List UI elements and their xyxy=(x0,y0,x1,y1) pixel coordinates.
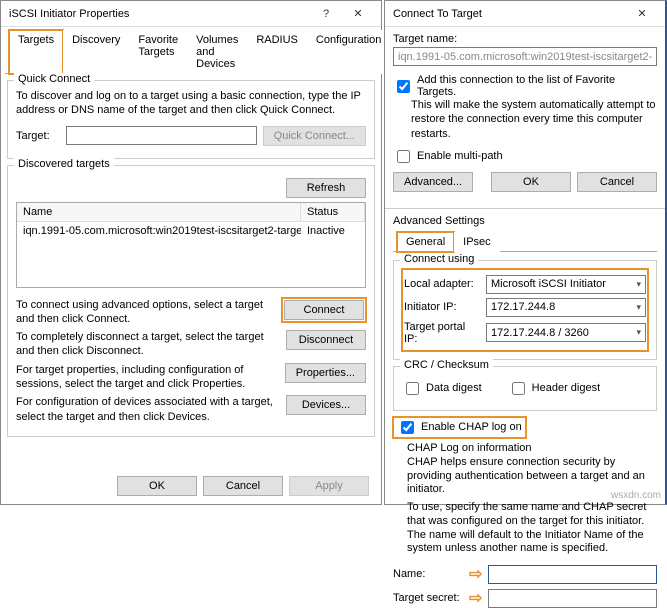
watermark: wsxdn.com xyxy=(611,490,661,501)
multipath-label: Enable multi-path xyxy=(417,150,503,162)
target-input[interactable] xyxy=(66,126,257,145)
initiator-ip-select[interactable]: 172.17.244.8 ▾ xyxy=(486,298,646,317)
chap-checkbox[interactable] xyxy=(401,421,414,434)
col-name[interactable]: Name xyxy=(17,203,301,221)
advanced-settings-title: Advanced Settings xyxy=(393,215,657,227)
arrow-icon: ⇨ xyxy=(469,588,482,608)
target-portal-value: 172.17.244.8 / 3260 xyxy=(491,327,589,339)
name-label: Name: xyxy=(393,568,463,580)
chap-name-input[interactable] xyxy=(488,565,657,584)
local-adapter-label: Local adapter: xyxy=(404,278,480,290)
target-name-label: Target name: xyxy=(393,33,657,45)
devices-button[interactable]: Devices... xyxy=(286,395,366,415)
cancel-button[interactable]: Cancel xyxy=(203,476,283,496)
group-connect-using: Connect using xyxy=(400,253,478,265)
target-name-input[interactable] xyxy=(393,47,657,66)
tab-radius[interactable]: RADIUS xyxy=(247,30,307,74)
secret-label: Target secret: xyxy=(393,592,463,604)
titlebar-left: iSCSI Initiator Properties ? ✕ xyxy=(1,1,381,27)
header-digest-checkbox[interactable] xyxy=(512,382,525,395)
local-adapter-select[interactable]: Microsoft iSCSI Initiator ▾ xyxy=(486,275,646,294)
favorite-checkbox[interactable] xyxy=(397,80,410,93)
target-portal-label: Target portal IP: xyxy=(404,321,480,345)
ok-button[interactable]: OK xyxy=(117,476,197,496)
chevron-down-icon: ▾ xyxy=(636,279,641,290)
close-icon[interactable]: ✕ xyxy=(343,4,373,24)
close-icon[interactable]: ✕ xyxy=(627,4,657,24)
connect-button[interactable]: Connect xyxy=(284,300,364,320)
desc-connect: To connect using advanced options, selec… xyxy=(16,298,276,327)
group-quick-connect: Quick Connect xyxy=(14,73,94,85)
help-icon[interactable]: ? xyxy=(311,4,341,24)
row-status: Inactive xyxy=(301,222,365,240)
chap-secret-input[interactable] xyxy=(488,589,657,608)
desc-disconnect: To completely disconnect a target, selec… xyxy=(16,330,280,359)
quick-connect-desc: To discover and log on to a target using… xyxy=(16,89,366,118)
arrow-icon: ⇨ xyxy=(469,564,482,584)
desc-properties: For target properties, including configu… xyxy=(16,363,279,392)
titlebar-right: Connect To Target ✕ xyxy=(385,1,665,27)
header-digest-label: Header digest xyxy=(532,382,601,394)
tab-targets[interactable]: Targets xyxy=(9,30,63,74)
tab-general[interactable]: General xyxy=(397,232,454,252)
desc-devices: For configuration of devices associated … xyxy=(16,395,280,424)
ok-button[interactable]: OK xyxy=(491,172,571,192)
refresh-button[interactable]: Refresh xyxy=(286,178,366,198)
apply-button[interactable]: Apply xyxy=(289,476,369,496)
data-digest-label: Data digest xyxy=(426,382,482,394)
row-name: iqn.1991-05.com.microsoft:win2019test-is… xyxy=(17,222,301,240)
initiator-ip-value: 172.17.244.8 xyxy=(491,301,555,313)
table-row[interactable]: iqn.1991-05.com.microsoft:win2019test-is… xyxy=(17,222,365,240)
col-status[interactable]: Status xyxy=(301,203,365,221)
group-discovered-targets: Discovered targets xyxy=(14,158,114,170)
initiator-ip-label: Initiator IP: xyxy=(404,301,480,313)
window-title: iSCSI Initiator Properties xyxy=(9,8,129,20)
cancel-button[interactable]: Cancel xyxy=(577,172,657,192)
chap-desc2: To use, specify the same name and CHAP s… xyxy=(407,501,657,556)
favorite-label: Add this connection to the list of Favor… xyxy=(417,74,657,98)
local-adapter-value: Microsoft iSCSI Initiator xyxy=(491,278,606,290)
tabstrip: Targets Discovery Favorite Targets Volum… xyxy=(5,29,377,74)
chevron-down-icon: ▾ xyxy=(636,327,641,338)
data-digest-checkbox[interactable] xyxy=(406,382,419,395)
target-portal-select[interactable]: 172.17.244.8 / 3260 ▾ xyxy=(486,323,646,342)
group-crc: CRC / Checksum xyxy=(400,359,493,371)
tab-ipsec[interactable]: IPsec xyxy=(454,232,500,252)
chap-label: Enable CHAP log on xyxy=(421,421,522,433)
tab-favorite-targets[interactable]: Favorite Targets xyxy=(129,30,187,74)
favorite-desc: This will make the system automatically … xyxy=(411,98,657,141)
chap-info-title: CHAP Log on information xyxy=(407,442,657,454)
window-title: Connect To Target xyxy=(393,8,482,20)
tab-volumes-devices[interactable]: Volumes and Devices xyxy=(187,30,247,74)
tab-discovery[interactable]: Discovery xyxy=(63,30,129,74)
advanced-button[interactable]: Advanced... xyxy=(393,172,473,192)
discovered-table: Name Status iqn.1991-05.com.microsoft:wi… xyxy=(16,202,366,288)
tab-configuration[interactable]: Configuration xyxy=(307,30,390,74)
target-label: Target: xyxy=(16,130,60,142)
properties-button[interactable]: Properties... xyxy=(285,363,366,383)
disconnect-button[interactable]: Disconnect xyxy=(286,330,366,350)
chevron-down-icon: ▾ xyxy=(636,302,641,313)
quick-connect-button[interactable]: Quick Connect... xyxy=(263,126,366,146)
multipath-checkbox[interactable] xyxy=(397,150,410,163)
